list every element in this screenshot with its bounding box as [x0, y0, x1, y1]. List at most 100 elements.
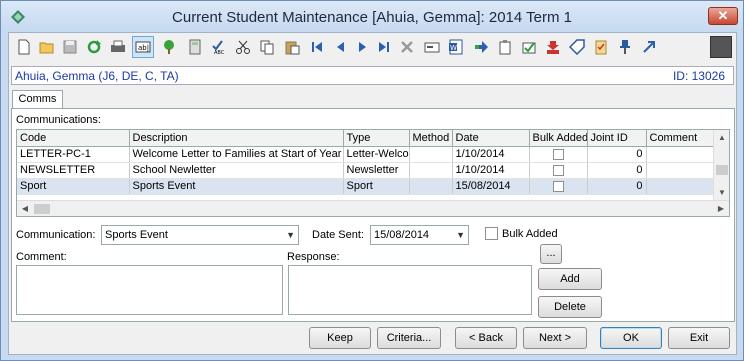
delete-icon[interactable]: [396, 36, 418, 58]
next-button[interactable]: Next >: [523, 327, 587, 349]
scroll-left-icon[interactable]: ◀: [17, 201, 33, 216]
cell-bulk-added: [529, 162, 588, 179]
date-sent-label: Date Sent:: [312, 229, 364, 241]
pin-icon[interactable]: [614, 36, 636, 58]
communication-select[interactable]: Sports Event ▼: [101, 225, 299, 245]
shortcut-arrow-icon[interactable]: [638, 36, 660, 58]
export-icon[interactable]: [470, 36, 492, 58]
word-document-icon[interactable]: W: [445, 36, 467, 58]
column-header-bulk-added[interactable]: Bulk Added: [529, 130, 588, 147]
paste-icon[interactable]: [281, 36, 303, 58]
cell-bulk-added: [529, 146, 588, 163]
next-record-icon[interactable]: [352, 36, 374, 58]
refresh-icon[interactable]: [83, 36, 105, 58]
bulk-added-checkbox[interactable]: [552, 180, 564, 192]
cell-date: 1/10/2014: [452, 162, 530, 179]
comment-textarea[interactable]: [16, 265, 283, 315]
column-header-date[interactable]: Date: [452, 130, 530, 147]
table-row[interactable]: LETTER-PC-1 Welcome Letter to Families a…: [17, 146, 716, 163]
response-label: Response:: [287, 251, 340, 263]
open-folder-icon[interactable]: [36, 36, 58, 58]
cell-type: Letter-Welco: [343, 146, 410, 163]
back-button[interactable]: < Back: [455, 327, 517, 349]
print-icon[interactable]: [107, 36, 129, 58]
vertical-scroll-thumb[interactable]: [716, 165, 728, 175]
cell-description: Welcome Letter to Families at Start of Y…: [129, 146, 344, 163]
bulk-added-checkbox[interactable]: [552, 164, 564, 176]
keep-button[interactable]: Keep: [309, 327, 371, 349]
exit-button[interactable]: Exit: [668, 327, 730, 349]
column-header-comment[interactable]: Comment: [646, 130, 716, 147]
cell-method: [409, 162, 453, 179]
spell-check-icon[interactable]: ABC: [208, 36, 230, 58]
scroll-up-icon[interactable]: ▲: [714, 130, 729, 146]
download-icon[interactable]: [542, 36, 564, 58]
column-header-method[interactable]: Method: [409, 130, 453, 147]
panel-toggle-icon[interactable]: [710, 36, 732, 58]
date-sent-picker[interactable]: 15/08/2014 ▼: [370, 225, 469, 245]
cell-date: 15/08/2014: [452, 178, 530, 195]
ellipsis-button[interactable]: ...: [540, 244, 562, 264]
tag-icon[interactable]: [566, 36, 588, 58]
comment-label: Comment:: [16, 251, 67, 263]
cell-code: NEWSLETTER: [17, 162, 130, 179]
checklist-icon[interactable]: [590, 36, 612, 58]
cell-comment: [646, 146, 716, 163]
clipboard-icon[interactable]: [494, 36, 516, 58]
tab-comms[interactable]: Comms: [12, 90, 63, 109]
title-bar: Current Student Maintenance [Ahuia, Gemm…: [1, 1, 743, 33]
communication-select-value: Sports Event: [105, 229, 168, 241]
client-area: ab| ABC W Ahuia, Gemma (J6, DE, C, TA) I…: [8, 32, 737, 355]
date-sent-value: 15/08/2014: [374, 229, 430, 241]
svg-text:ABC: ABC: [214, 50, 225, 55]
last-record-icon[interactable]: [373, 36, 395, 58]
card-icon[interactable]: [421, 36, 443, 58]
bulk-added-checkbox[interactable]: [485, 227, 498, 240]
table-row-selected[interactable]: Sport Sports Event Sport 15/08/2014 0: [17, 178, 716, 195]
response-textarea[interactable]: [288, 265, 532, 315]
ok-button[interactable]: OK: [600, 327, 662, 349]
cell-description: School Newletter: [129, 162, 344, 179]
approve-icon[interactable]: [518, 36, 540, 58]
scroll-down-icon[interactable]: ▼: [714, 185, 729, 201]
cell-joint-id: 0: [587, 162, 647, 179]
cut-icon[interactable]: [232, 36, 254, 58]
copy-icon[interactable]: [256, 36, 278, 58]
comms-tab-panel: Communications: Code Description Type Me…: [11, 108, 735, 322]
cell-joint-id: 0: [587, 178, 647, 195]
column-header-type[interactable]: Type: [343, 130, 410, 147]
add-button[interactable]: Add: [538, 268, 602, 290]
student-info-bar: Ahuia, Gemma (J6, DE, C, TA) ID: 13026: [11, 66, 734, 85]
delete-button[interactable]: Delete: [538, 296, 602, 318]
scroll-right-icon[interactable]: ▶: [713, 201, 729, 216]
svg-text:ab|: ab|: [138, 44, 149, 52]
column-header-description[interactable]: Description: [129, 130, 344, 147]
cell-description: Sports Event: [129, 178, 344, 195]
grid-header-row: Code Description Type Method Date Bulk A…: [17, 130, 716, 147]
main-window: Current Student Maintenance [Ahuia, Gemm…: [0, 0, 744, 361]
new-document-icon[interactable]: [13, 36, 35, 58]
grid-horizontal-scrollbar[interactable]: ◀ ▶: [17, 200, 729, 216]
column-header-joint-id[interactable]: Joint ID: [587, 130, 647, 147]
bulk-added-checkbox[interactable]: [552, 148, 564, 160]
cell-method: [409, 146, 453, 163]
first-record-icon[interactable]: [306, 36, 328, 58]
previous-record-icon[interactable]: [329, 36, 351, 58]
chevron-down-icon: ▼: [286, 230, 295, 240]
tree-icon[interactable]: [158, 36, 180, 58]
table-row[interactable]: NEWSLETTER School Newletter Newsletter 1…: [17, 162, 716, 179]
save-icon[interactable]: [59, 36, 81, 58]
calculator-icon[interactable]: [184, 36, 206, 58]
student-id: ID: 13026: [672, 69, 725, 83]
communications-grid[interactable]: Code Description Type Method Date Bulk A…: [16, 129, 730, 217]
column-header-code[interactable]: Code: [17, 130, 130, 147]
communication-label: Communication:: [16, 229, 96, 241]
cell-code: LETTER-PC-1: [17, 146, 130, 163]
horizontal-scroll-thumb[interactable]: [34, 204, 50, 214]
cell-comment: [646, 162, 716, 179]
criteria-button[interactable]: Criteria...: [377, 327, 441, 349]
grid-vertical-scrollbar[interactable]: ▲ ▼: [713, 130, 729, 201]
text-field-icon[interactable]: ab|: [132, 36, 154, 58]
toolbar: ab| ABC W: [9, 33, 736, 61]
close-button[interactable]: ✕: [708, 7, 738, 25]
